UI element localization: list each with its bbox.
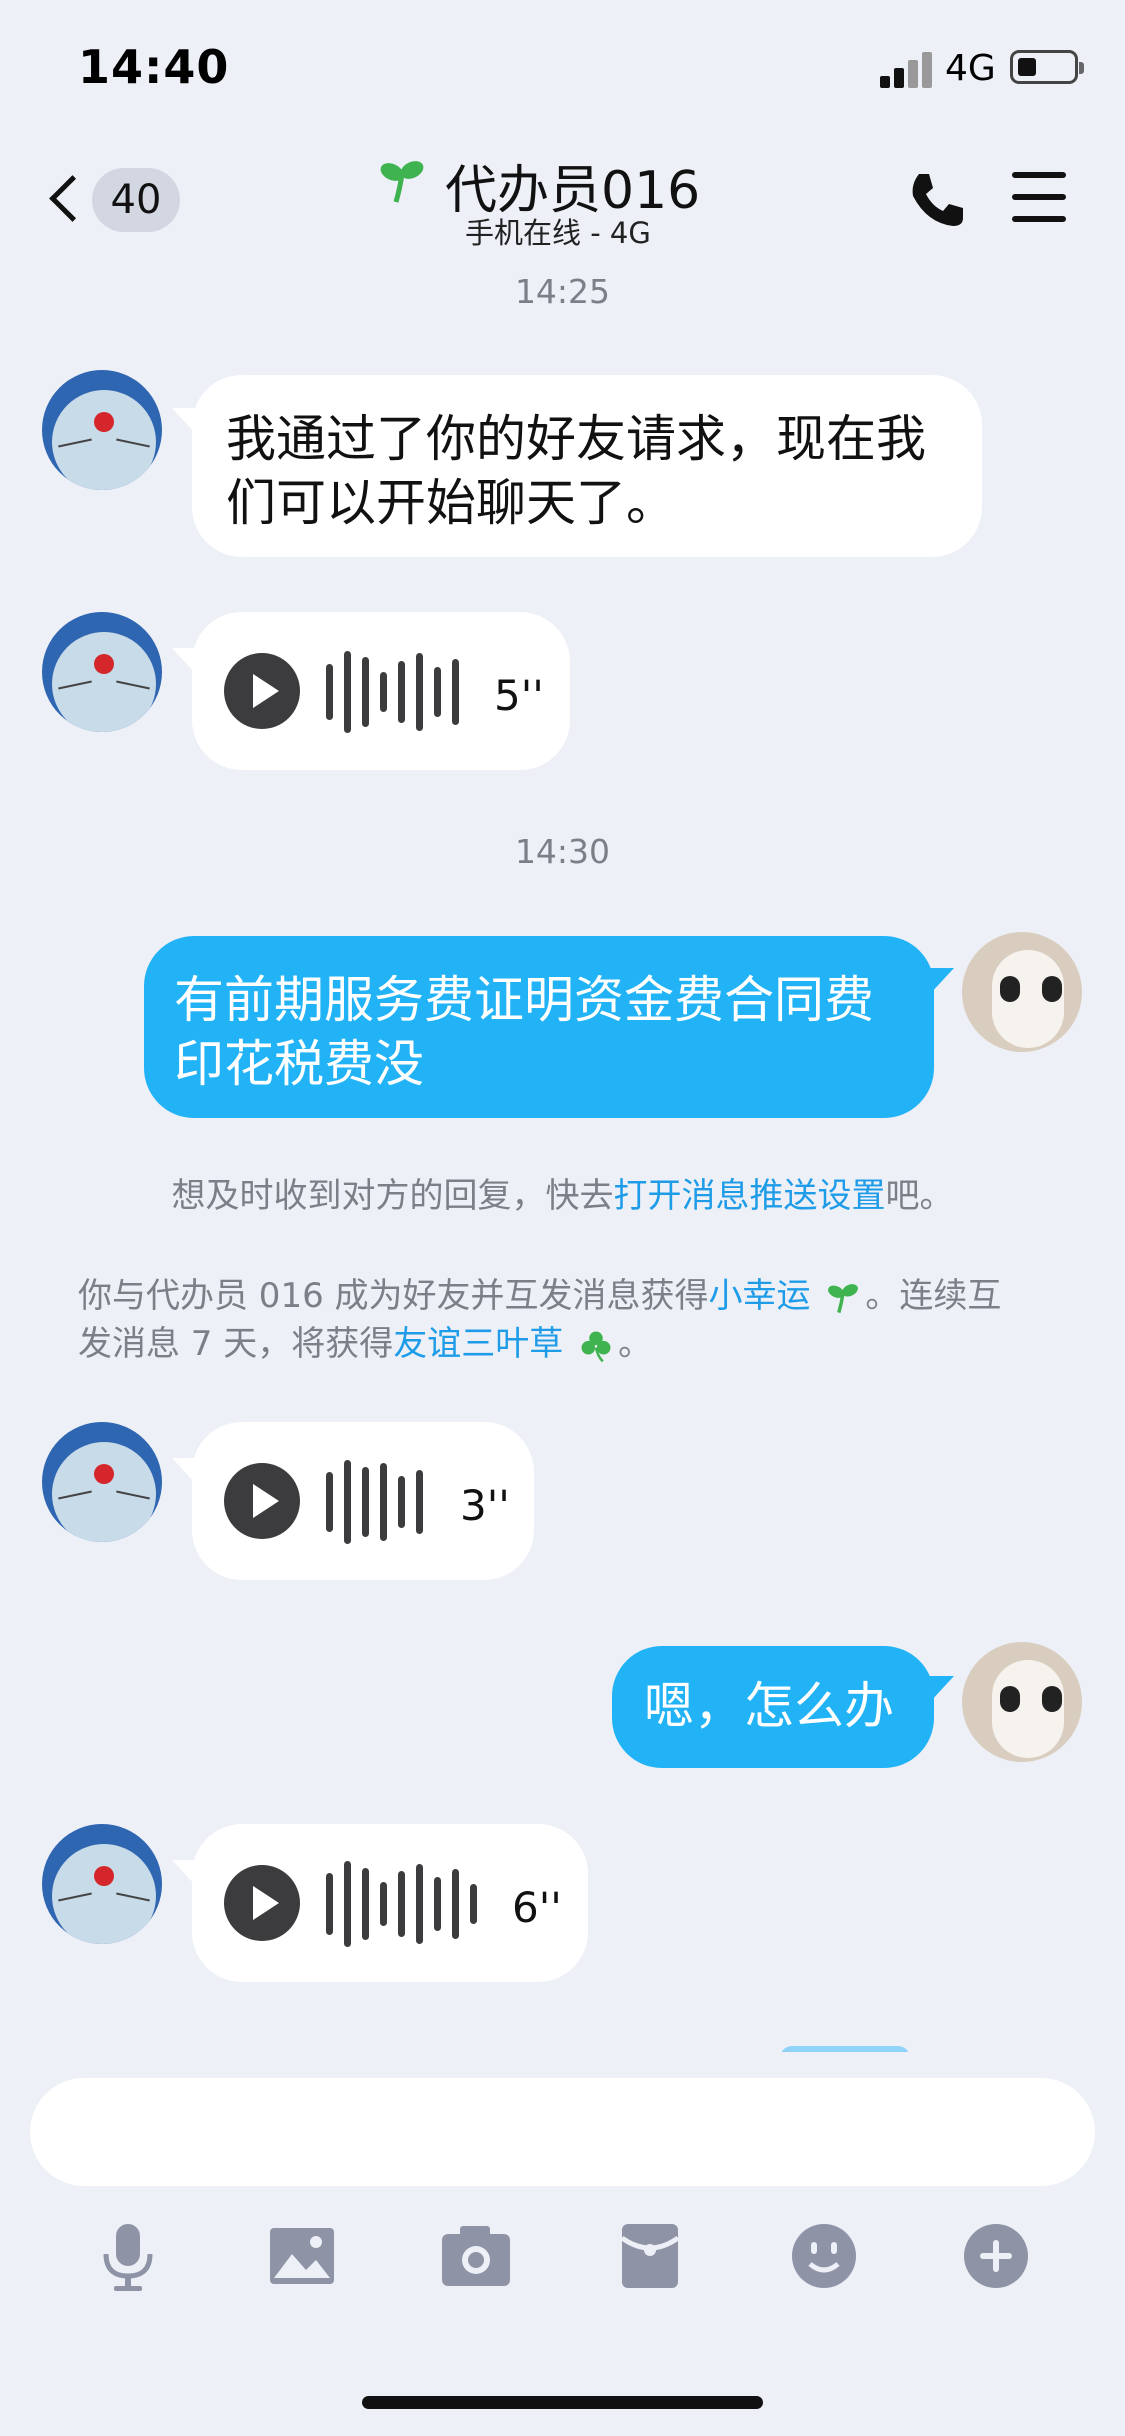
sprout-icon	[380, 161, 424, 203]
battery-icon	[1010, 50, 1084, 84]
home-indicator	[362, 2396, 763, 2409]
voice-message-bubble[interactable]: 3''	[192, 1422, 534, 1580]
voice-message-bubble[interactable]: 5''	[192, 612, 570, 770]
add-icon[interactable]	[958, 2218, 1034, 2294]
voice-message-bubble[interactable]: 6''	[192, 1824, 588, 1982]
contact-avatar[interactable]	[42, 1422, 162, 1542]
play-icon[interactable]	[224, 1865, 300, 1941]
timestamp: 14:25	[514, 272, 611, 311]
voice-duration: 5''	[494, 671, 544, 720]
contact-avatar[interactable]	[42, 1824, 162, 1944]
message-text: 有前期服务费证明资金费合同费印花税费没	[174, 971, 874, 1093]
red-packet-icon[interactable]	[612, 2218, 688, 2294]
push-settings-link[interactable]: 打开消息推送设置	[614, 1176, 886, 1216]
contact-avatar[interactable]	[42, 612, 162, 732]
emoji-icon[interactable]	[786, 2218, 862, 2294]
back-icon[interactable]	[46, 168, 86, 228]
waveform-icon	[326, 1861, 486, 1947]
friendship-notice: 你与代办员 016 成为好友并互发消息获得小幸运 。连续互 发消息 7 天，将获…	[78, 1276, 1002, 1364]
voice-duration: 6''	[512, 1883, 562, 1932]
camera-icon[interactable]	[438, 2218, 514, 2294]
my-avatar[interactable]	[962, 1642, 1082, 1762]
image-icon[interactable]	[264, 2218, 340, 2294]
signal-icon	[880, 48, 934, 88]
unread-count-badge[interactable]: 40	[92, 168, 180, 232]
status-time: 14:40	[78, 40, 230, 94]
clover-icon	[581, 1331, 611, 1362]
message-bubble-outgoing[interactable]: 嗯，怎么办	[612, 1646, 934, 1768]
voice-duration: 3''	[460, 1481, 510, 1530]
timestamp: 14:30	[514, 832, 611, 871]
my-avatar[interactable]	[962, 932, 1082, 1052]
message-bubble-incoming[interactable]: 我通过了你的好友请求，现在我们可以开始聊天了。	[192, 375, 982, 557]
clover-link[interactable]: 友谊三叶草	[393, 1324, 563, 1364]
network-label: 4G	[945, 48, 996, 89]
message-bubble-outgoing[interactable]: 有前期服务费证明资金费合同费印花税费没	[144, 936, 934, 1118]
phone-call-icon[interactable]	[905, 168, 969, 232]
message-input[interactable]	[30, 2078, 1095, 2186]
lucky-link[interactable]: 小幸运	[709, 1276, 811, 1316]
contact-avatar[interactable]	[42, 370, 162, 490]
menu-icon[interactable]	[1012, 172, 1066, 222]
waveform-icon	[326, 651, 466, 733]
push-setting-notice: 想及时收到对方的回复，快去打开消息推送设置吧。	[171, 1176, 954, 1216]
microphone-icon[interactable]	[90, 2218, 166, 2294]
play-icon[interactable]	[224, 1463, 300, 1539]
waveform-icon	[326, 1460, 436, 1544]
chat-subtitle: 手机在线 - 4G	[465, 216, 651, 250]
message-text: 我通过了你的好友请求，现在我们可以开始聊天了。	[226, 410, 926, 532]
message-text: 嗯，怎么办	[644, 1677, 894, 1735]
play-icon[interactable]	[224, 653, 300, 729]
sprout-icon	[828, 1283, 859, 1313]
